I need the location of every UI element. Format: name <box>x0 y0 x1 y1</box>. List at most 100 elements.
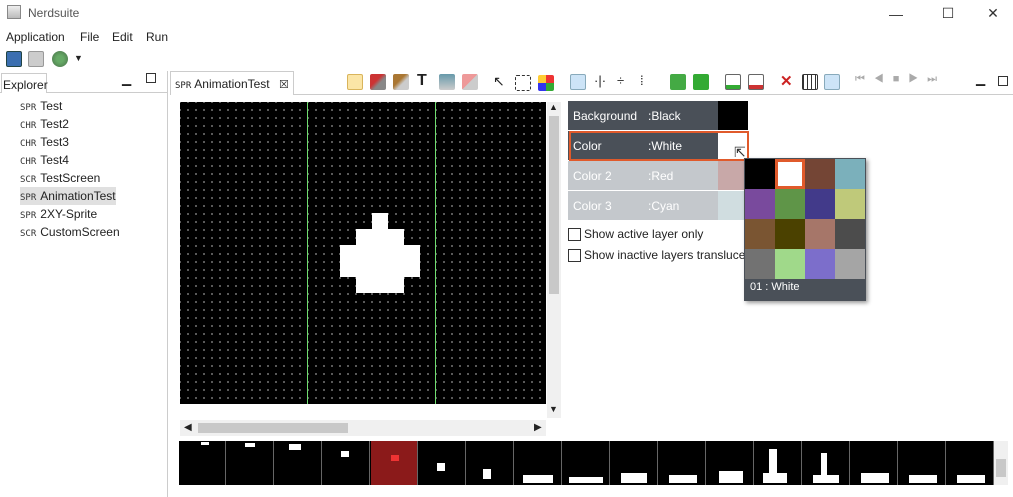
scroll-thumb[interactable] <box>198 423 348 433</box>
close-button[interactable]: ✕ <box>970 0 1013 27</box>
animation-frame[interactable] <box>659 441 706 485</box>
animation-frame[interactable] <box>707 441 754 485</box>
animation-frame[interactable] <box>515 441 562 485</box>
animation-frame[interactable] <box>419 441 466 485</box>
animation-frame[interactable] <box>323 441 370 485</box>
explorer-item[interactable]: CHR Test3 <box>20 133 69 151</box>
animation-frame[interactable] <box>179 441 226 485</box>
strip-scrollbar[interactable] <box>994 441 1008 485</box>
tab-animationtest[interactable]: SPR AnimationTest ☒ <box>170 71 294 95</box>
pencil-icon[interactable] <box>347 74 363 90</box>
maximize-view-icon[interactable] <box>146 73 156 83</box>
animation-frame[interactable] <box>227 441 274 485</box>
checkbox-box[interactable] <box>568 248 581 262</box>
animation-frame[interactable] <box>755 441 802 485</box>
run-config-icon[interactable] <box>52 51 68 67</box>
palette-color[interactable] <box>835 189 865 219</box>
explorer-item[interactable]: SCR CustomScreen <box>20 223 120 241</box>
animation-frame[interactable] <box>803 441 850 485</box>
palette-color[interactable] <box>835 219 865 249</box>
save-icon[interactable] <box>6 51 22 67</box>
canvas-horizontal-scrollbar[interactable]: ◀ ▶ <box>180 420 546 436</box>
palette-color[interactable] <box>805 219 835 249</box>
menu-file[interactable]: File <box>80 30 99 44</box>
pixel-mode-icon[interactable] <box>570 74 586 90</box>
maximize-editor-icon[interactable] <box>998 76 1008 86</box>
palette-color[interactable] <box>745 189 775 219</box>
pointer-icon[interactable]: ↖ <box>493 73 505 90</box>
tab-close-icon[interactable]: ☒ <box>279 79 289 91</box>
palette-color[interactable] <box>775 219 805 249</box>
animation-frame[interactable] <box>947 441 994 485</box>
chevron-down-icon[interactable]: ▼ <box>74 53 83 63</box>
scroll-left-icon[interactable]: ◀ <box>184 422 192 433</box>
explorer-item[interactable]: SCR TestScreen <box>20 169 100 187</box>
brush-icon[interactable] <box>393 74 409 90</box>
palette-color[interactable] <box>745 219 775 249</box>
scroll-down-icon[interactable]: ▼ <box>549 404 558 414</box>
explorer-item[interactable]: SPR 2XY-Sprite <box>20 205 97 223</box>
clear-icon[interactable]: ✕ <box>780 72 793 90</box>
animation-frame[interactable] <box>851 441 898 485</box>
palette-color[interactable] <box>775 249 805 279</box>
palette-color[interactable] <box>745 159 775 189</box>
mirror-h-icon[interactable]: ÷ <box>617 73 624 88</box>
color-row[interactable]: Color 3:Cyan <box>568 191 748 220</box>
menu-run[interactable]: Run <box>146 30 168 44</box>
minimize-view-icon[interactable]: ▁ <box>122 72 131 86</box>
maximize-button[interactable]: ☐ <box>925 0 971 27</box>
palette-color[interactable] <box>775 159 805 189</box>
checkbox-box[interactable] <box>568 227 581 241</box>
sprite-canvas[interactable] <box>180 102 546 404</box>
animation-frame[interactable] <box>467 441 514 485</box>
show-active-layer-checkbox[interactable]: Show active layer only <box>568 226 703 242</box>
palette-icon[interactable] <box>538 75 554 91</box>
menu-edit[interactable]: Edit <box>112 30 133 44</box>
palette-color[interactable] <box>805 159 835 189</box>
select-rect-icon[interactable] <box>515 75 531 91</box>
item-kind: SPR <box>20 103 37 113</box>
fill-icon[interactable] <box>439 74 455 90</box>
palette-color[interactable] <box>805 189 835 219</box>
eyedropper-icon[interactable] <box>370 74 386 90</box>
palette-color[interactable] <box>745 249 775 279</box>
scroll-up-icon[interactable]: ▲ <box>549 102 558 112</box>
grid-icon[interactable] <box>802 74 818 90</box>
scroll-thumb[interactable] <box>996 459 1006 477</box>
show-inactive-translucent-checkbox[interactable]: Show inactive layers translucent <box>568 247 755 263</box>
animation-frame[interactable] <box>611 441 658 485</box>
puzzle-alt-icon[interactable] <box>693 74 709 90</box>
animation-frame[interactable] <box>275 441 322 485</box>
explorer-item[interactable]: SPR AnimationTest <box>20 187 116 205</box>
explorer-item[interactable]: CHR Test4 <box>20 151 69 169</box>
frame-nav-icon[interactable]: ⏮◀■▶⏭ <box>855 73 946 86</box>
palette-color[interactable] <box>775 189 805 219</box>
animation-frame[interactable] <box>371 441 418 485</box>
canvas-vertical-scrollbar[interactable]: ▲ ▼ <box>547 102 561 418</box>
minimize-editor-icon[interactable]: ▁ <box>976 72 985 86</box>
mirror-both-icon[interactable]: ⁞ <box>640 73 644 88</box>
dot-grid-icon[interactable] <box>824 74 840 90</box>
mirror-v-icon[interactable]: ·|· <box>594 73 606 88</box>
explorer-item[interactable]: CHR Test2 <box>20 115 69 133</box>
menu-application[interactable]: Application <box>6 30 65 44</box>
animation-frame[interactable] <box>563 441 610 485</box>
add-frame-icon[interactable] <box>725 74 741 90</box>
puzzle-icon[interactable] <box>670 74 686 90</box>
minimize-button[interactable]: — <box>873 0 919 27</box>
explorer-item[interactable]: SPR Test <box>20 97 62 115</box>
remove-frame-icon[interactable] <box>748 74 764 90</box>
text-icon[interactable]: T <box>417 72 427 90</box>
scroll-thumb[interactable] <box>549 116 559 294</box>
animation-frame[interactable] <box>899 441 946 485</box>
color-swatch[interactable] <box>718 101 748 130</box>
palette-color[interactable] <box>835 249 865 279</box>
eraser-icon[interactable] <box>462 74 478 90</box>
color-row[interactable]: Background:Black <box>568 101 748 130</box>
explorer-tab[interactable]: Explorer <box>1 73 48 93</box>
palette-color[interactable] <box>835 159 865 189</box>
palette-color[interactable] <box>805 249 835 279</box>
color-row[interactable]: Color 2:Red <box>568 161 748 190</box>
scroll-right-icon[interactable]: ▶ <box>534 422 542 433</box>
save-all-icon[interactable] <box>28 51 44 67</box>
